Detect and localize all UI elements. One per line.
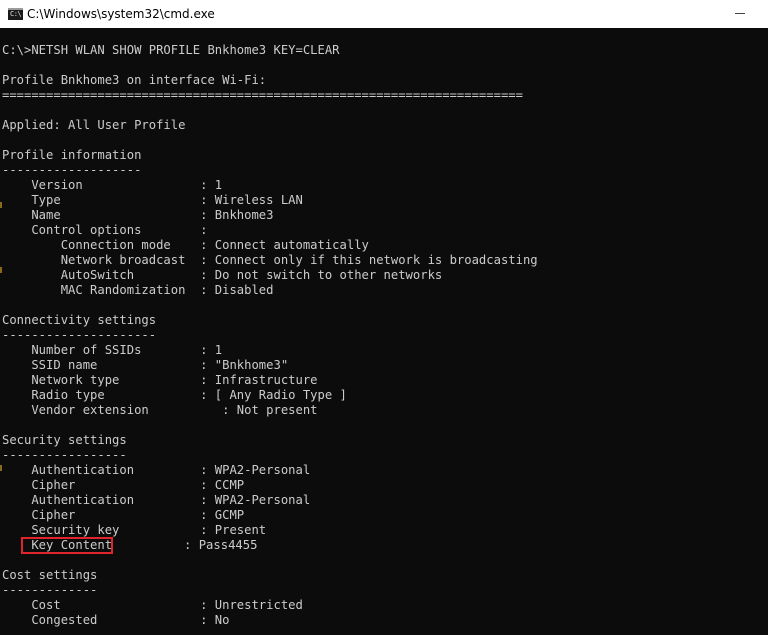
connectivity-row: SSID name : "Bnkhome3" xyxy=(2,358,289,372)
title-bar[interactable]: C:\ C:\Windows\system32\cmd.exe xyxy=(0,0,768,28)
console-output[interactable]: C:\>NETSH WLAN SHOW PROFILE Bnkhome3 KEY… xyxy=(0,28,768,635)
connectivity-row: Radio type : [ Any Radio Type ] xyxy=(2,388,347,402)
connectivity-row: Network type : Infrastructure xyxy=(2,373,318,387)
command-prompt-icon[interactable]: C:\ xyxy=(8,8,23,20)
key-content-value: : Pass4455 xyxy=(96,538,258,552)
profile-info-row: Connection mode : Connect automatically xyxy=(2,238,369,252)
icon-prompt-text: C:\ xyxy=(10,10,22,18)
profile-info-row: Type : Wireless LAN xyxy=(2,193,303,207)
cost-heading: Cost settings xyxy=(2,568,98,582)
security-row: Security key : Present xyxy=(2,523,267,537)
header-rule: ========================================… xyxy=(2,88,523,102)
cmd-window: C:\ C:\Windows\system32\cmd.exe C:\>NETS… xyxy=(0,0,768,635)
profile-info-row: Name : Bnkhome3 xyxy=(2,208,274,222)
left-edge-mark xyxy=(0,465,2,471)
profile-info-rule: ------------------- xyxy=(2,163,142,177)
command-line: C:\>NETSH WLAN SHOW PROFILE Bnkhome3 KEY… xyxy=(2,43,340,57)
cost-row: Cost : Unrestricted xyxy=(2,598,303,612)
window-title: C:\Windows\system32\cmd.exe xyxy=(27,7,215,21)
connectivity-row: Number of SSIDs : 1 xyxy=(2,343,223,357)
security-rule: ----------------- xyxy=(2,448,127,462)
security-row: Cipher : GCMP xyxy=(2,508,245,522)
security-row: Authentication : WPA2-Personal xyxy=(2,493,311,507)
connectivity-row: Vendor extension : Not present xyxy=(2,403,318,417)
security-heading: Security settings xyxy=(2,433,127,447)
profile-info-row: AutoSwitch : Do not switch to other netw… xyxy=(2,268,443,282)
cost-row: Congested : No xyxy=(2,613,230,627)
profile-info-heading: Profile information xyxy=(2,148,142,162)
profile-header: Profile Bnkhome3 on interface Wi-Fi: xyxy=(2,73,267,87)
profile-info-row: Version : 1 xyxy=(2,178,223,192)
cost-rule: ------------- xyxy=(2,583,98,597)
profile-info-row: Network broadcast : Connect only if this… xyxy=(2,253,538,267)
connectivity-rule: --------------------- xyxy=(2,328,157,342)
security-row: Cipher : CCMP xyxy=(2,478,245,492)
profile-info-row: Control options : xyxy=(2,223,208,237)
connectivity-heading: Connectivity settings xyxy=(2,313,157,327)
security-row: Authentication : WPA2-Personal xyxy=(2,463,311,477)
left-edge-mark xyxy=(0,267,2,273)
left-edge-mark xyxy=(0,202,2,208)
minimize-icon[interactable] xyxy=(735,13,745,14)
key-content-highlight xyxy=(21,537,113,554)
applied-line: Applied: All User Profile xyxy=(2,118,186,132)
profile-info-row: MAC Randomization : Disabled xyxy=(2,283,274,297)
